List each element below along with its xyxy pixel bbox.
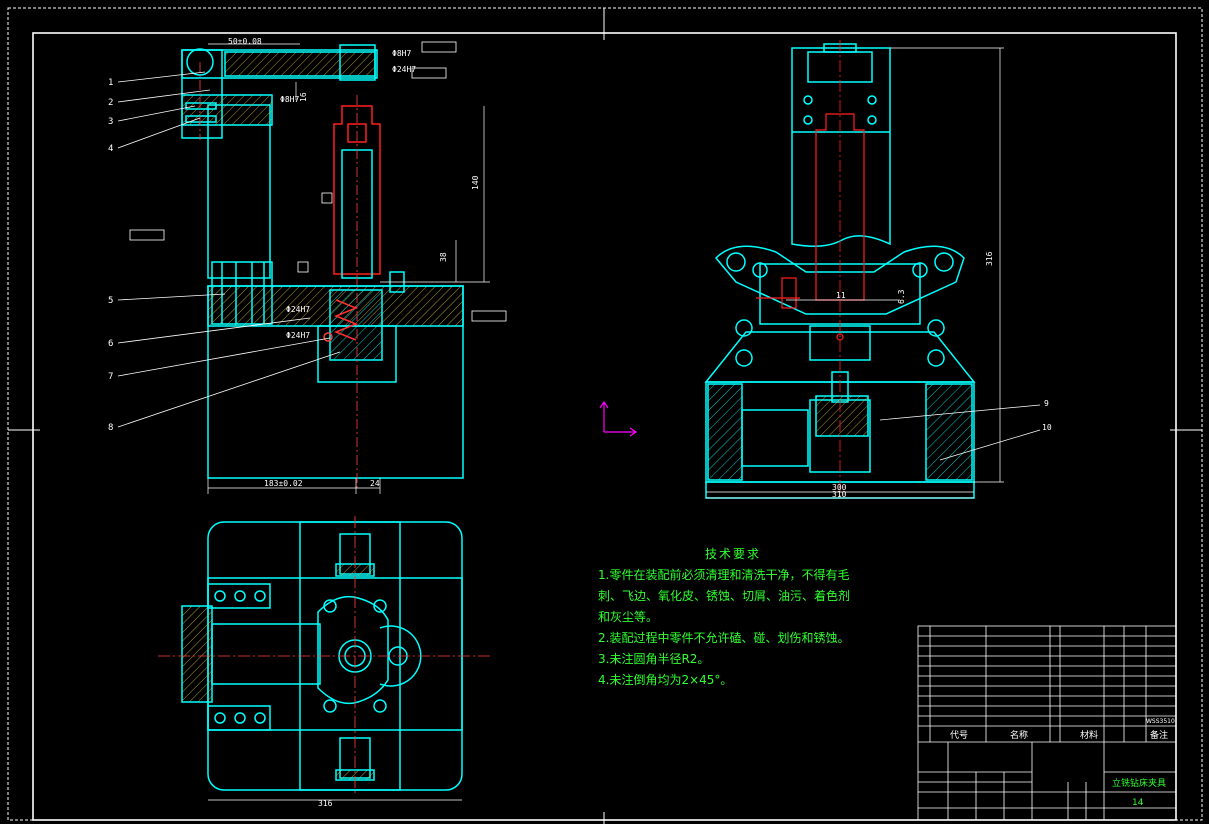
balloon-6: 6 xyxy=(108,339,113,349)
balloon-2: 2 xyxy=(108,98,113,108)
cad-drawing-canvas: 1 2 3 4 5 6 7 8 50±0.08 183±0.02 24 140 … xyxy=(7,7,1203,824)
tb-col-notes: 备注 xyxy=(1150,729,1168,741)
fit-1: Φ8H7 xyxy=(392,49,411,58)
dim-height-38: 38 xyxy=(439,252,448,262)
tech-requirements: 技术要求 1.零件在装配前必须清理和清洗干净，不得有毛 刺、飞边、氧化皮、锈蚀、… xyxy=(598,544,858,691)
front-view xyxy=(181,44,464,490)
tech-req-line: 和灰尘等。 xyxy=(598,610,659,624)
gdt-frames xyxy=(129,41,507,322)
tb-part-no: WSS3510 xyxy=(1146,718,1175,725)
dim-height-16: 16 xyxy=(299,92,308,102)
balloon-10: 10 xyxy=(1042,423,1052,432)
dim-right-6: 6.3 xyxy=(897,289,906,304)
dim-top-tol: 50±0.08 xyxy=(228,37,262,46)
ucs-axis-icon xyxy=(599,400,638,437)
fit-3: Φ8H7 xyxy=(280,95,299,104)
tech-req-title: 技术要求 xyxy=(704,547,761,561)
fit-5: Φ24H7 xyxy=(286,331,310,340)
tb-sheet-no: 14 xyxy=(1132,798,1144,808)
dim-right-11: 11 xyxy=(836,291,846,300)
balloon-8: 8 xyxy=(108,423,113,433)
tb-col-name: 名称 xyxy=(1010,729,1028,741)
dim-plan-width: 316 xyxy=(318,799,333,808)
tech-req-line: 刺、飞边、氧化皮、锈蚀、切屑、油污、着色剂 xyxy=(598,589,851,603)
tech-req-line: 2.装配过程中零件不允许磕、碰、划伤和锈蚀。 xyxy=(598,631,850,645)
dim-right-height: 316 xyxy=(985,251,994,266)
dim-bottom-tol: 183±0.02 xyxy=(264,479,303,488)
tech-req-line: 4.未注倒角均为2×45°。 xyxy=(598,673,733,687)
dim-right-inner: 310 xyxy=(832,490,847,499)
balloon-4: 4 xyxy=(108,144,113,154)
tb-col-code: 代号 xyxy=(950,730,968,741)
balloon-1: 1 xyxy=(108,78,113,88)
dim-height-140: 140 xyxy=(471,175,480,190)
tech-req-line: 1.零件在装配前必须清理和清洗干净，不得有毛 xyxy=(598,568,850,582)
fit-2: Φ24H7 xyxy=(392,65,416,74)
balloon-3: 3 xyxy=(108,117,113,127)
title-block xyxy=(917,625,1177,821)
balloon-5: 5 xyxy=(108,296,113,306)
tb-drawing-name: 立铣钻床夹具 xyxy=(1112,777,1166,789)
fit-4: Φ24H7 xyxy=(286,305,310,314)
balloon-9: 9 xyxy=(1044,399,1049,408)
tb-col-material: 材料 xyxy=(1080,729,1098,741)
tech-req-line: 3.未注圆角半径R2。 xyxy=(598,652,710,666)
dim-bottom-24: 24 xyxy=(370,479,380,488)
balloon-7: 7 xyxy=(108,372,113,382)
